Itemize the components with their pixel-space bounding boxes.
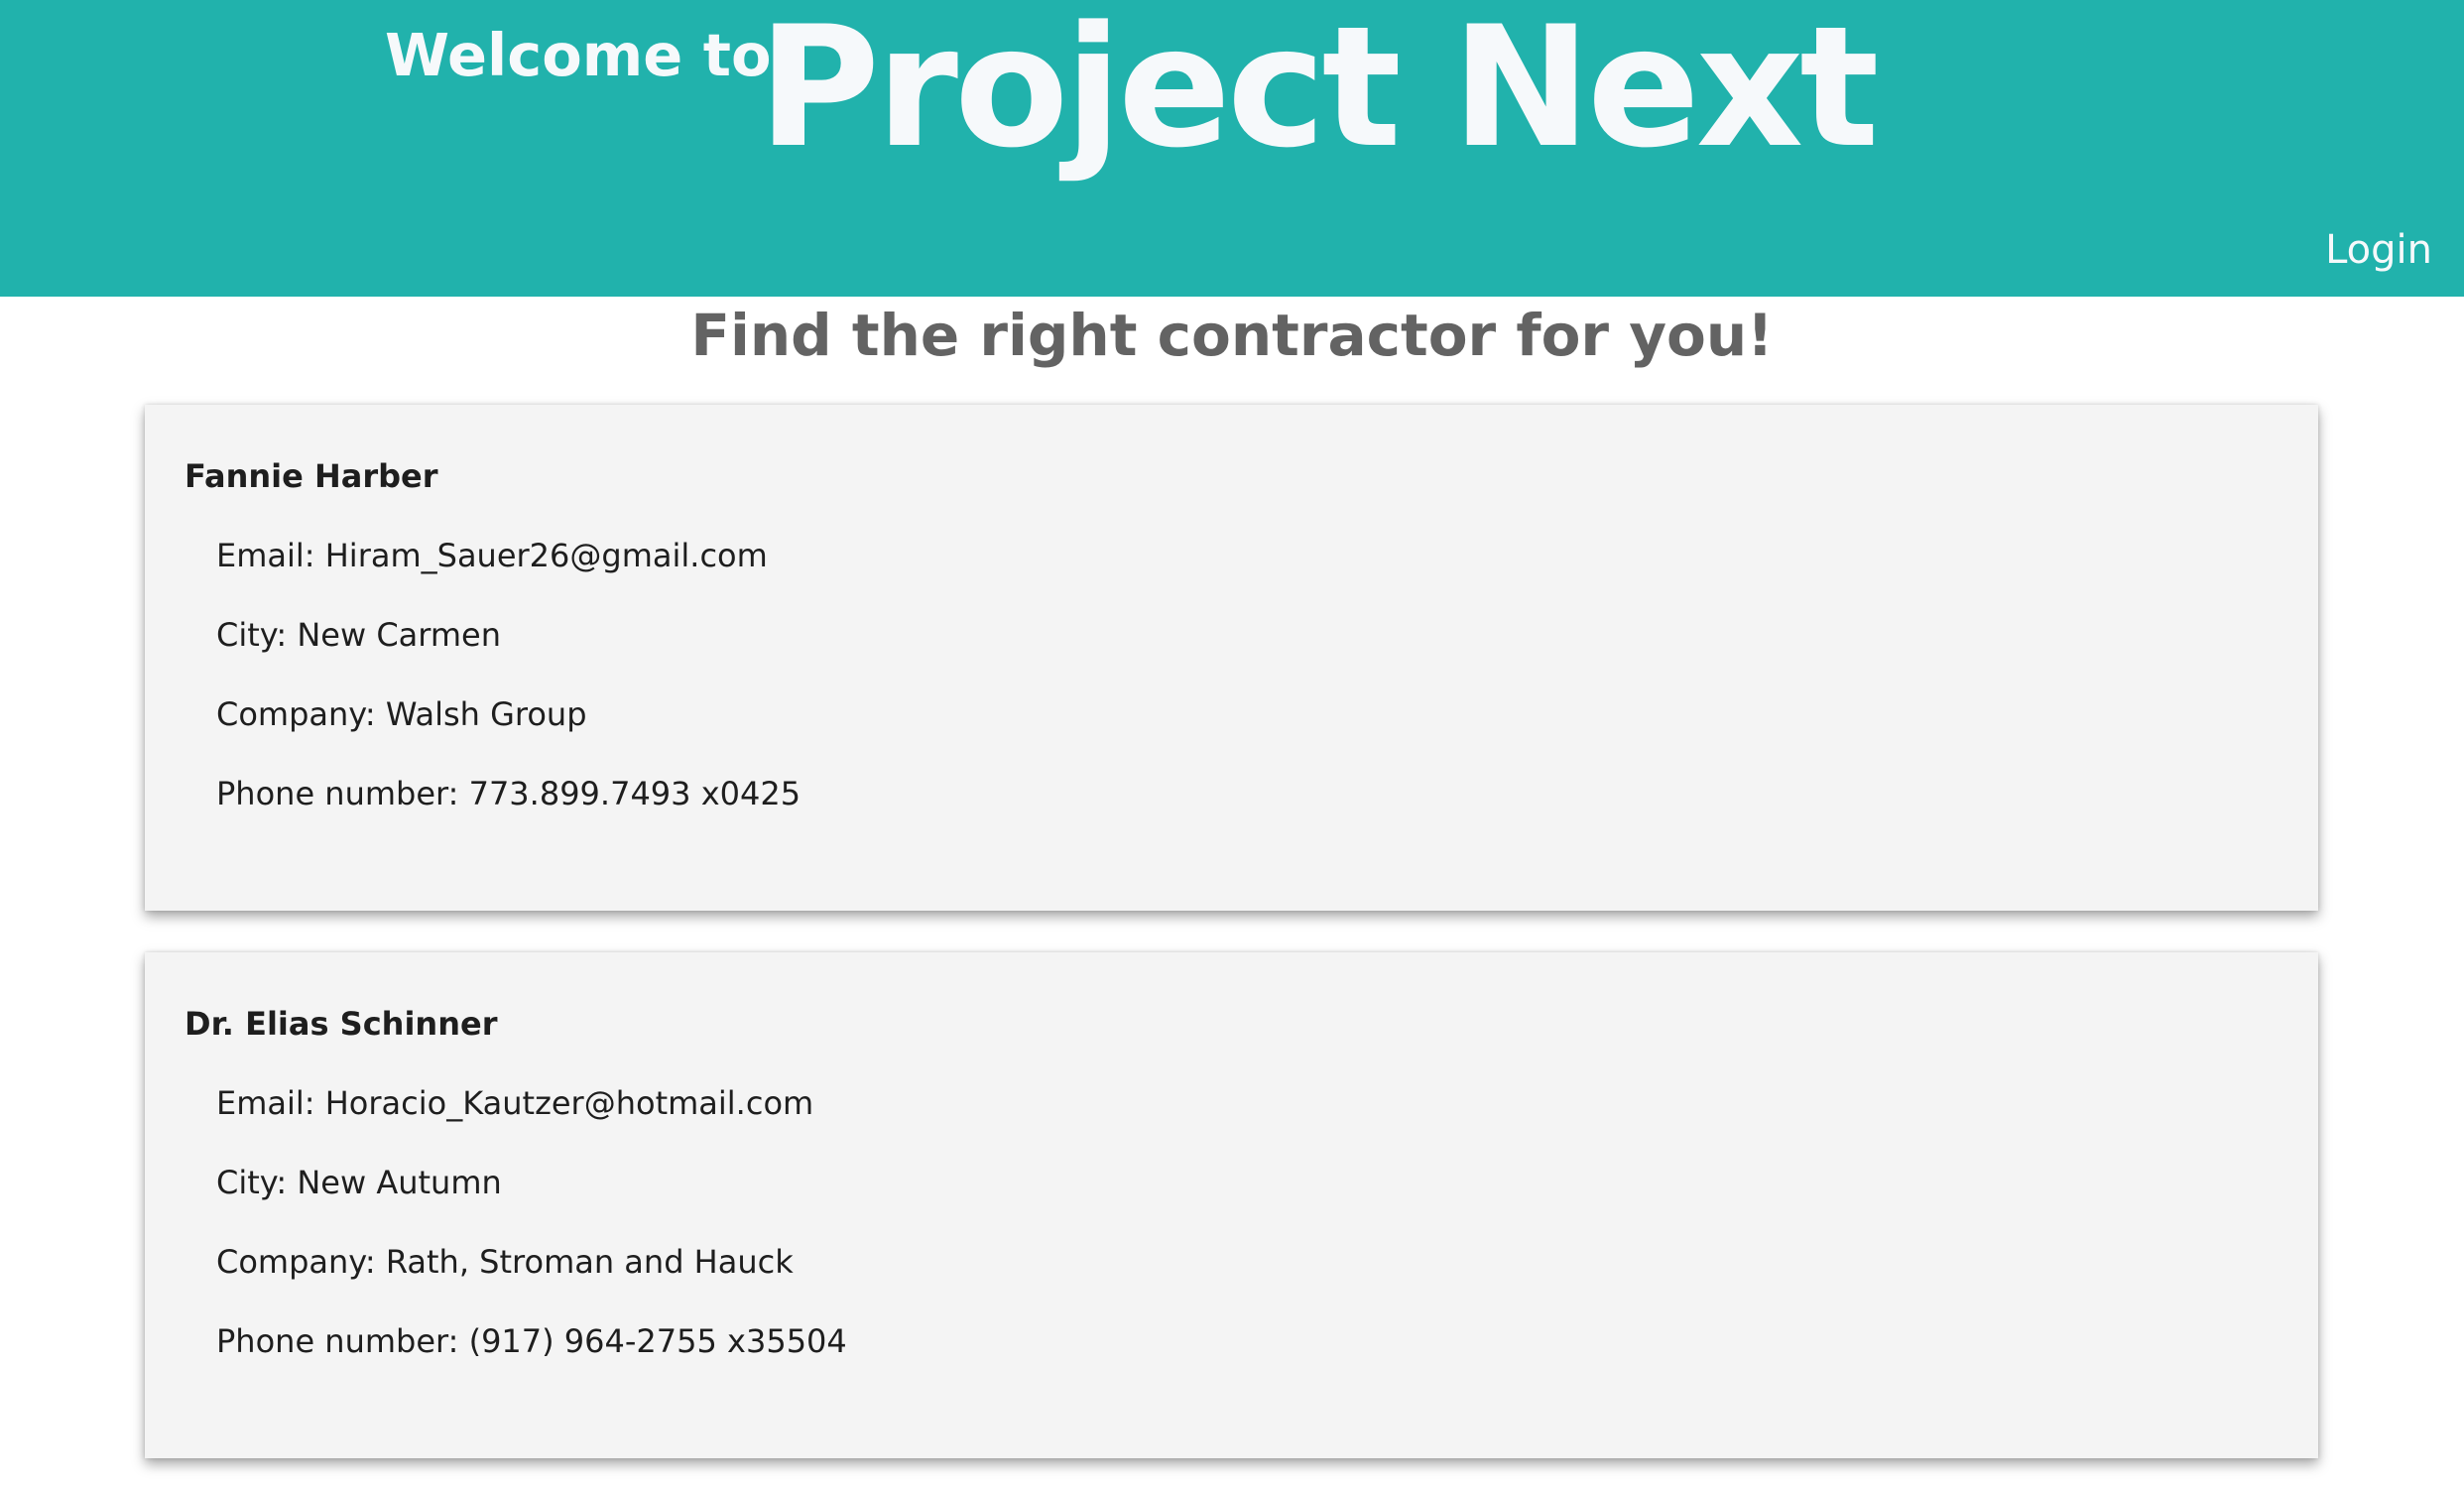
contractor-company: Company: Rath, Stroman and Hauck bbox=[216, 1243, 794, 1281]
contractor-city: City: New Autumn bbox=[216, 1164, 502, 1201]
page-title: Find the right contractor for you! bbox=[690, 302, 1774, 369]
contractor-city: City: New Carmen bbox=[216, 616, 501, 654]
login-link[interactable]: Login bbox=[2325, 220, 2432, 280]
contractor-email: Email: Horacio_Kautzer@hotmail.com bbox=[216, 1084, 814, 1122]
contractor-phone: Phone number: (917) 964-2755 x35504 bbox=[216, 1322, 847, 1360]
contractor-card: Dr. Elias Schinner Email: Horacio_Kautze… bbox=[145, 952, 2318, 1458]
site-header: Welcome to Project Next Login bbox=[0, 0, 2464, 297]
contractor-name: Dr. Elias Schinner bbox=[185, 1005, 498, 1043]
contractor-card: Fannie Harber Email: Hiram_Sauer26@gmail… bbox=[145, 405, 2318, 911]
contractor-phone: Phone number: 773.899.7493 x0425 bbox=[216, 775, 801, 812]
brand-title: Project Next bbox=[758, 0, 1880, 185]
contractor-name: Fannie Harber bbox=[185, 457, 438, 495]
welcome-prefix: Welcome to bbox=[385, 21, 772, 89]
contractor-email: Email: Hiram_Sauer26@gmail.com bbox=[216, 537, 768, 574]
contractor-company: Company: Walsh Group bbox=[216, 695, 587, 733]
